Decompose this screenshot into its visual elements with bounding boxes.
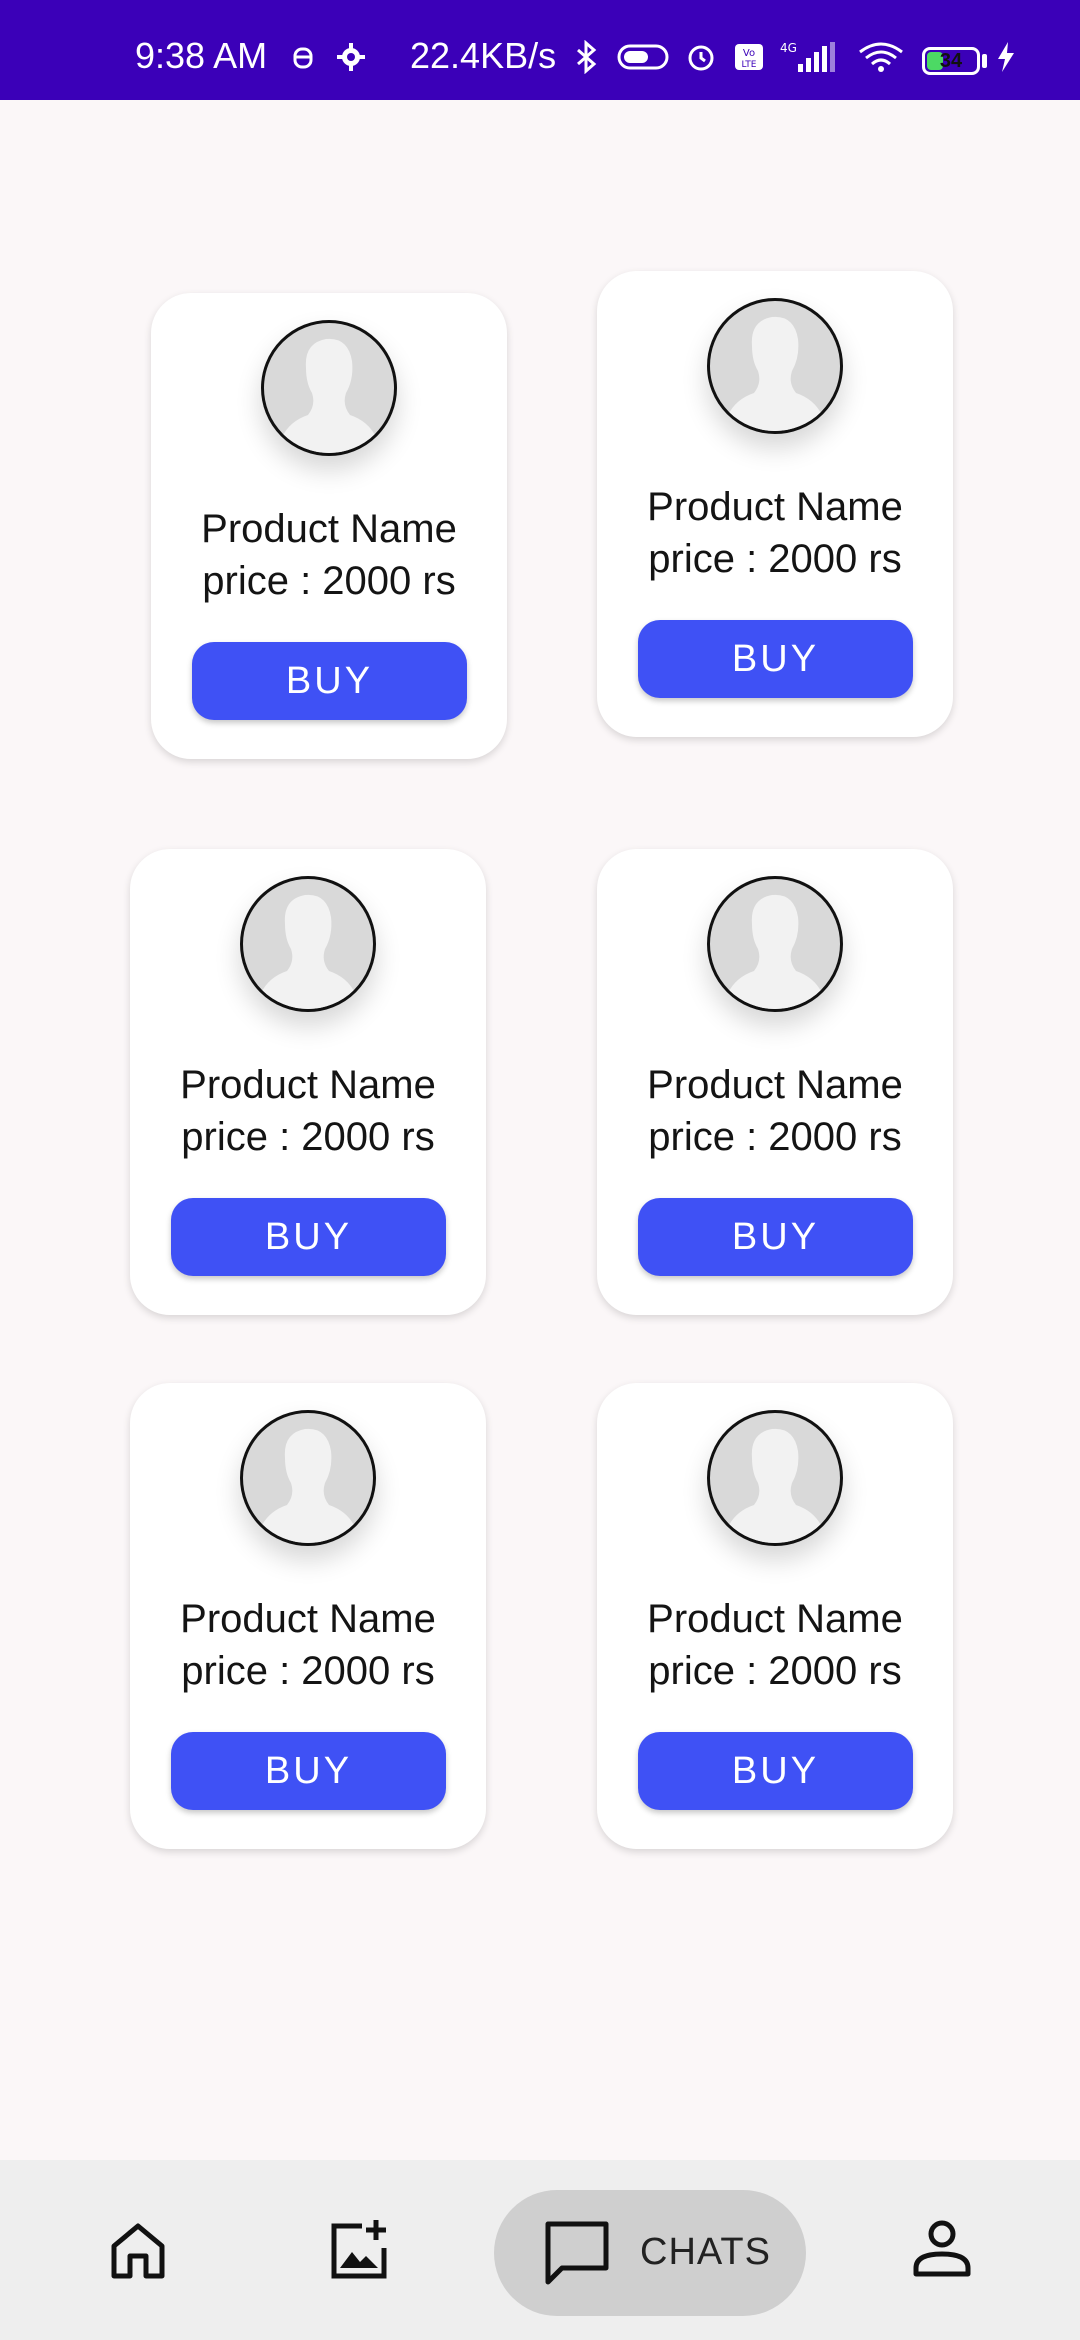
product-price: price : 2000 rs: [181, 1649, 435, 1693]
person-silhouette-icon: [728, 1428, 822, 1543]
profile-icon[interactable]: [910, 2216, 974, 2280]
buy-button[interactable]: BUY: [638, 1732, 913, 1810]
toggle-icon: [617, 44, 669, 70]
home-icon: [111, 2223, 165, 2279]
android-icon: [293, 47, 313, 69]
product-card: Product Name price : 2000 rs BUY: [597, 271, 953, 737]
nav-home[interactable]: [80, 2160, 200, 2340]
product-card: Product Name price : 2000 rs BUY: [151, 293, 507, 759]
product-image: [240, 876, 376, 1012]
person-silhouette-icon: [261, 1428, 355, 1543]
buy-button[interactable]: BUY: [638, 620, 913, 698]
buy-button[interactable]: BUY: [171, 1732, 446, 1810]
battery-icon: 34: [922, 47, 980, 75]
nav-chats-label: CHATS: [640, 2231, 771, 2273]
battery-percent: 34: [939, 50, 963, 72]
product-card: Product Name price : 2000 rs BUY: [597, 1383, 953, 1849]
status-bar: 9:38 AM 22.4KB/s Vo LTE 4G 34: [0, 0, 1080, 100]
product-price: price : 2000 rs: [648, 1649, 902, 1693]
svg-text:LTE: LTE: [742, 60, 757, 70]
product-price: price : 2000 rs: [648, 1115, 902, 1159]
buy-button[interactable]: BUY: [638, 1198, 913, 1276]
product-name: Product Name: [201, 507, 457, 551]
buy-button[interactable]: BUY: [171, 1198, 446, 1276]
wifi-icon: [859, 42, 903, 72]
network-speed: 22.4KB/s: [410, 35, 557, 76]
signal-4g-icon: 4G: [780, 41, 835, 72]
chat-icon: [545, 2221, 609, 2285]
product-image: [707, 298, 843, 434]
product-card: Product Name price : 2000 rs BUY: [130, 849, 486, 1315]
battery-nub: [982, 54, 987, 68]
product-name: Product Name: [180, 1063, 436, 1107]
product-image: [707, 1410, 843, 1546]
product-card: Product Name price : 2000 rs BUY: [130, 1383, 486, 1849]
person-silhouette-icon: [728, 894, 822, 1009]
product-image: [261, 320, 397, 456]
product-price: price : 2000 rs: [648, 537, 902, 581]
product-image: [707, 876, 843, 1012]
product-name: Product Name: [647, 485, 903, 529]
product-image: [240, 1410, 376, 1546]
product-name: Product Name: [647, 1597, 903, 1641]
svg-text:4G: 4G: [780, 41, 797, 55]
profile-icon: [880, 2160, 944, 2224]
product-card: Product Name price : 2000 rs BUY: [597, 849, 953, 1315]
product-price: price : 2000 rs: [202, 559, 456, 603]
gear-icon: [337, 43, 365, 71]
person-silhouette-icon: [261, 894, 355, 1009]
nav-add-photo[interactable]: [300, 2160, 420, 2340]
person-silhouette-icon: [282, 338, 376, 453]
product-name: Product Name: [180, 1597, 436, 1641]
alarm-icon: [688, 45, 714, 71]
buy-button[interactable]: BUY: [192, 642, 467, 720]
add-photo-icon: [331, 2220, 387, 2279]
status-time: 9:38 AM: [135, 35, 268, 76]
person-silhouette-icon: [728, 316, 822, 431]
charging-icon: [998, 42, 1014, 72]
product-name: Product Name: [647, 1063, 903, 1107]
product-price: price : 2000 rs: [181, 1115, 435, 1159]
bluetooth-icon: [577, 40, 597, 74]
volte-icon: Vo LTE: [735, 44, 763, 70]
nav-chats[interactable]: CHATS: [494, 2160, 806, 2340]
svg-text:Vo: Vo: [743, 48, 755, 59]
